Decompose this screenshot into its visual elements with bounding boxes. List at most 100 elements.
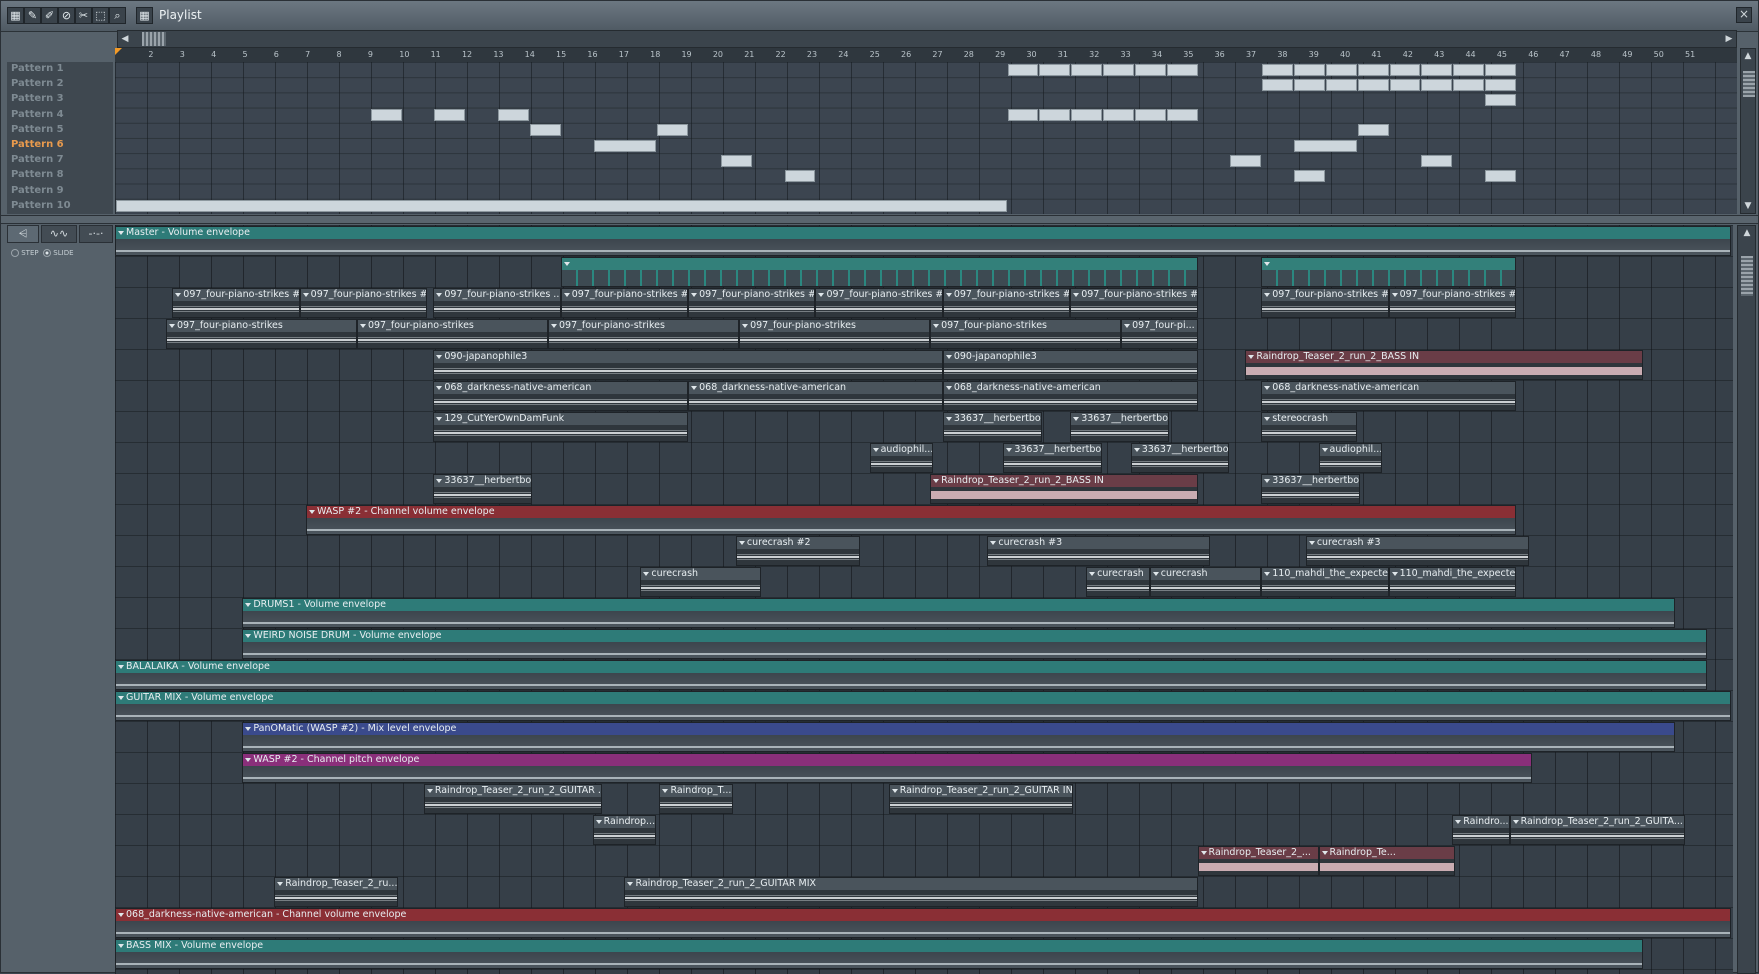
tracks-vertical-scrollbar[interactable]: ▲: [1737, 225, 1756, 974]
audio-clip[interactable]: curecrash #2: [735, 536, 861, 566]
pattern-block[interactable]: [1294, 63, 1325, 76]
audio-clip[interactable]: stereocrash: [1261, 412, 1357, 442]
automation-clip[interactable]: WASP #2 - Channel pitch envelope: [242, 753, 1532, 783]
pattern-block[interactable]: [529, 124, 561, 137]
pattern-grid[interactable]: [115, 62, 1737, 214]
audio-clip[interactable]: audiophil...: [1318, 443, 1383, 473]
pattern-label[interactable]: Pattern 3: [11, 93, 64, 104]
pattern-label[interactable]: Pattern 2: [11, 78, 64, 89]
audio-clip[interactable]: 097_four-piano-strikes: [930, 319, 1122, 349]
pattern-block[interactable]: [1485, 63, 1516, 76]
audio-clip[interactable]: Raindrop_Te...: [1318, 846, 1456, 876]
audio-clip[interactable]: 097_four-piano-strikes #2: [560, 288, 689, 318]
audio-clip[interactable]: curecrash #3: [987, 536, 1211, 566]
pattern-block[interactable]: [1230, 154, 1262, 167]
pattern-block[interactable]: [116, 200, 1007, 213]
audio-clip[interactable]: Raindrop...: [592, 815, 657, 845]
audio-clip[interactable]: 129_CutYerOwnDamFunk: [433, 412, 689, 442]
scroll-right-button[interactable]: ▶: [1722, 32, 1736, 46]
audio-clip[interactable]: 090-japanophile3: [433, 350, 943, 380]
pencil-icon[interactable]: ✎: [24, 7, 41, 24]
pattern-block[interactable]: [1103, 109, 1134, 122]
audio-clip[interactable]: Raindrop_Teaser_2_run_2_BASS IN: [930, 474, 1198, 504]
audio-clip[interactable]: 097_four-piano-strikes #2: [1388, 288, 1516, 318]
audio-clip[interactable]: Raindrop_Teaser_2_run_2_GUITAR MIX: [624, 877, 1198, 907]
pattern-block[interactable]: [1262, 78, 1294, 91]
scroll-down-button[interactable]: ▼: [1741, 199, 1755, 213]
pattern-block[interactable]: [1294, 139, 1357, 152]
pattern-block[interactable]: [1071, 109, 1103, 122]
audio-clip[interactable]: Raindrop_Teaser_2_run_2_GUITA...: [1509, 815, 1685, 845]
pattern-vertical-scrollbar[interactable]: ▲ ▼: [1740, 48, 1756, 214]
audio-clip[interactable]: 097_four-piano-strikes: [548, 319, 740, 349]
pattern-block[interactable]: [1389, 63, 1421, 76]
audio-clip[interactable]: 097_four-piano-strikes: [356, 319, 548, 349]
pattern-icon[interactable]: ▦: [7, 7, 24, 24]
automation-clip[interactable]: WASP #2 - Channel volume envelope: [306, 505, 1516, 535]
pattern-label[interactable]: Pattern 6: [11, 139, 64, 150]
time-ruler[interactable]: 2 3 4 5 6 7 8 9 10 11 12 13 14 15 16 17 18 19 20 21 22 23 24 25…: [115, 48, 1737, 63]
pattern-block[interactable]: [1325, 78, 1357, 91]
automation-clip[interactable]: DRUMS1 - Volume envelope: [242, 598, 1676, 628]
pattern-block[interactable]: [1421, 78, 1453, 91]
pattern-block[interactable]: [1166, 63, 1198, 76]
automation-clip[interactable]: Master - Volume envelope: [115, 226, 1731, 256]
audio-clip[interactable]: audiophil...: [869, 443, 934, 473]
audio-clip[interactable]: 068_darkness-native-american: [942, 381, 1198, 411]
pattern-label[interactable]: Pattern 1: [11, 63, 64, 74]
pattern-block[interactable]: [1007, 63, 1039, 76]
audio-clip[interactable]: 097_four-piano-strikes #2: [172, 288, 300, 318]
audio-clip[interactable]: Raindrop_Teaser_2_run_2_BASS IN: [1245, 350, 1644, 380]
snap-icon[interactable]: ▦: [136, 7, 153, 24]
automation-clip[interactable]: GUITAR MIX - Volume envelope: [115, 691, 1731, 721]
pattern-clip[interactable]: [1261, 257, 1516, 287]
audio-clip[interactable]: 110_mahdi_the_expecte...: [1388, 567, 1516, 597]
scroll-thumb[interactable]: [142, 32, 166, 46]
pattern-block[interactable]: [1071, 63, 1103, 76]
audio-clip[interactable]: Raindro...: [1452, 815, 1510, 845]
pattern-label[interactable]: Pattern 4: [11, 109, 64, 120]
audio-clip[interactable]: 090-japanophile3: [942, 350, 1198, 380]
audio-clip[interactable]: 097_four-piano-strikes #2: [815, 288, 943, 318]
step-radio[interactable]: [11, 249, 19, 257]
dashed-mode-button[interactable]: -·-·: [79, 225, 113, 243]
pattern-block[interactable]: [1294, 169, 1325, 182]
pattern-block[interactable]: [1166, 109, 1198, 122]
audio-clip[interactable]: Raindrop_Teaser_2_run_2_GUITAR ...: [423, 784, 603, 814]
pattern-block[interactable]: [1039, 63, 1071, 76]
audio-clip[interactable]: 097_four-pi...: [1121, 319, 1198, 349]
pattern-block[interactable]: [1357, 124, 1389, 137]
audio-clip[interactable]: 097_four-piano-strikes #2: [299, 288, 428, 318]
pattern-block[interactable]: [1103, 63, 1134, 76]
horizontal-scrollbar[interactable]: ◀ ▶: [117, 30, 1737, 48]
pattern-block[interactable]: [1039, 109, 1071, 122]
automation-clip[interactable]: BALALAIKA - Volume envelope: [115, 660, 1707, 690]
audio-clip[interactable]: 33637__herbertbo...: [433, 474, 533, 504]
scroll-left-button[interactable]: ◀: [118, 32, 132, 46]
zoom-icon[interactable]: ⌕: [109, 7, 126, 24]
pattern-block[interactable]: [1134, 109, 1166, 122]
playhead-marker[interactable]: [115, 48, 122, 55]
audio-clip[interactable]: curecrash #3: [1305, 536, 1529, 566]
automation-clip[interactable]: PanOMatic (WASP #2) - Mix level envelope: [242, 722, 1676, 752]
pattern-block[interactable]: [1389, 78, 1421, 91]
tracks-scroll-up-button[interactable]: ▲: [1740, 226, 1754, 240]
playlist-tracks[interactable]: Master - Volume envelope 097_four-piano-s…: [115, 225, 1733, 974]
close-button[interactable]: ×: [1736, 7, 1752, 23]
audio-clip[interactable]: 33637__herbertbo...: [1130, 443, 1230, 473]
audio-clip[interactable]: 097_four-piano-strikes: [739, 319, 931, 349]
pattern-clip[interactable]: [560, 257, 1198, 287]
pattern-block[interactable]: [1262, 63, 1294, 76]
audio-clip[interactable]: 33637__herbertbo...: [942, 412, 1042, 442]
audio-clip[interactable]: 097_four-piano-strikes #2: [1261, 288, 1389, 318]
pattern-block[interactable]: [1294, 78, 1325, 91]
pattern-block[interactable]: [1357, 63, 1389, 76]
audio-clip[interactable]: 097_four-piano-strikes #2: [688, 288, 816, 318]
pattern-label[interactable]: Pattern 5: [11, 124, 64, 135]
pattern-label[interactable]: Pattern 9: [11, 185, 64, 196]
pattern-label[interactable]: Pattern 10: [11, 200, 71, 211]
audio-clip[interactable]: 097_four-piano-strikes #2: [942, 288, 1071, 318]
audio-clip[interactable]: Raindrop_Teaser_2_ru...: [274, 877, 399, 907]
pattern-block[interactable]: [370, 109, 402, 122]
pattern-block[interactable]: [657, 124, 689, 137]
